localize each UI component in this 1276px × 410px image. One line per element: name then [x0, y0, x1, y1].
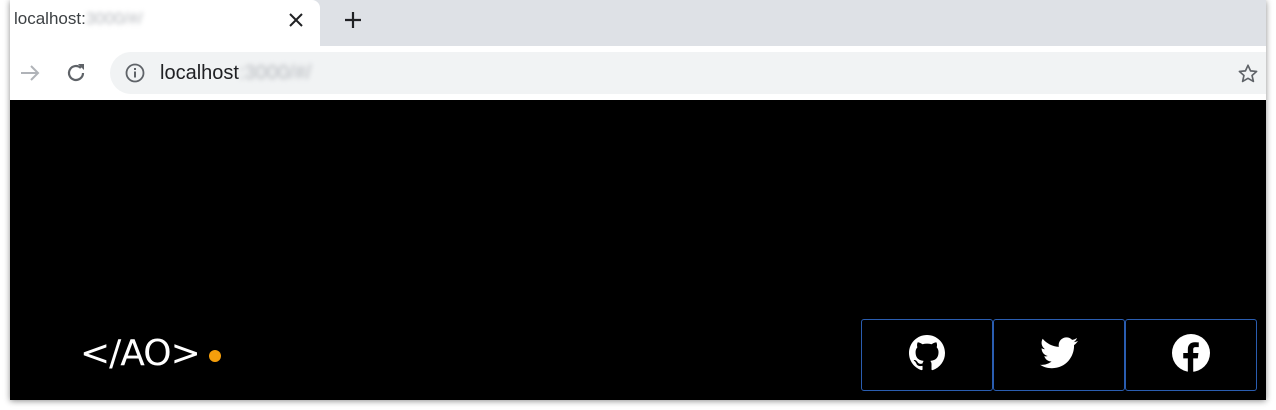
tab-title: localhost:3000/#/	[14, 9, 143, 28]
facebook-link[interactable]	[1125, 319, 1257, 391]
site-logo[interactable]: </AO>	[80, 332, 221, 376]
url-text: localhost:3000/#/	[160, 62, 312, 84]
browser-toolbar: localhost:3000/#/	[10, 46, 1266, 100]
reload-icon[interactable]	[62, 59, 90, 87]
logo-text: </AO>	[80, 333, 201, 374]
url-blurred: :3000/#/	[238, 62, 312, 84]
tab-title-blurred: 3000/#/	[85, 9, 143, 28]
browser-window: localhost:3000/#/ localhost:3000/#/ </AO…	[10, 0, 1266, 400]
github-link[interactable]	[861, 319, 993, 391]
tab-localhost[interactable]: localhost:3000/#/	[10, 0, 320, 46]
logo-dot	[208, 350, 221, 362]
close-icon[interactable]	[284, 8, 308, 32]
address-bar[interactable]: localhost:3000/#/	[110, 52, 1266, 94]
info-icon[interactable]	[124, 62, 146, 84]
facebook-icon	[1172, 333, 1210, 377]
github-icon	[909, 334, 945, 376]
arrow-right-icon[interactable]	[16, 59, 44, 87]
plus-icon[interactable]	[340, 7, 366, 33]
star-icon[interactable]	[1236, 62, 1260, 86]
twitter-icon	[1040, 336, 1078, 374]
page-content: </AO>	[10, 100, 1266, 400]
tab-strip: localhost:3000/#/	[10, 0, 1266, 46]
twitter-link[interactable]	[993, 319, 1125, 391]
